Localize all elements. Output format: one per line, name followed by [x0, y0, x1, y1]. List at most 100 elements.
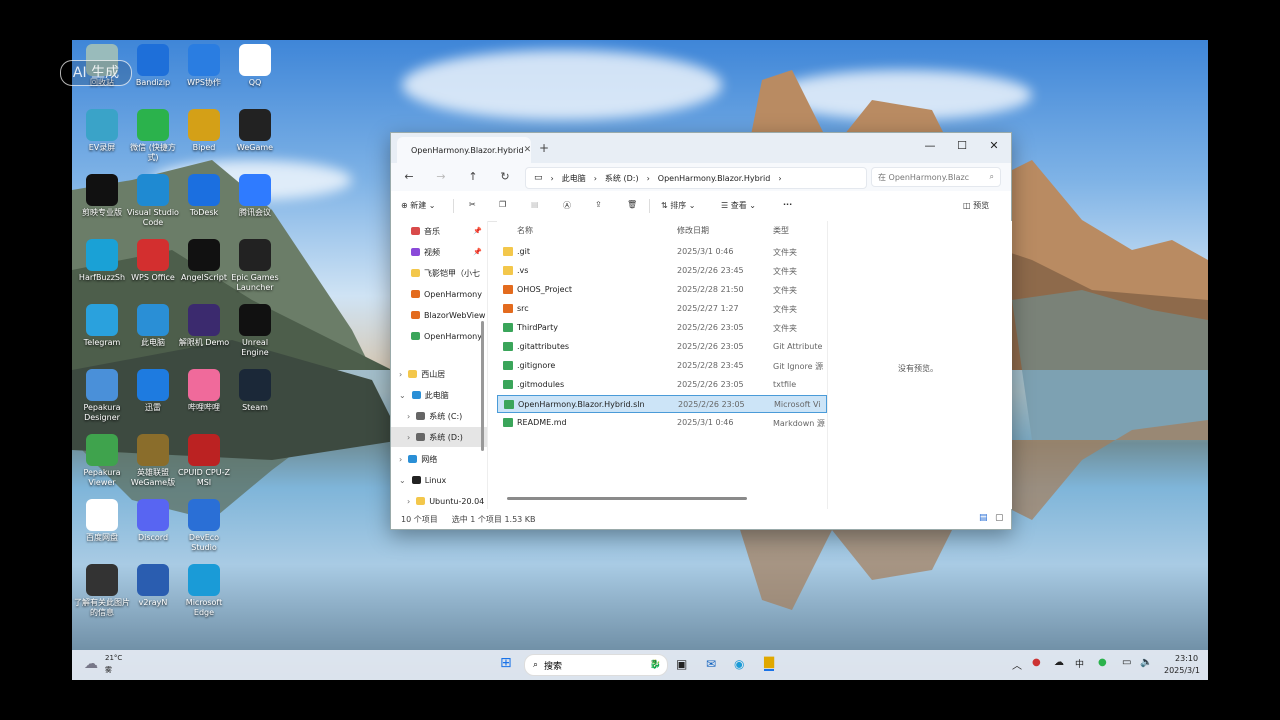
pin-icon[interactable]: 📌 — [473, 248, 482, 256]
file-row[interactable]: .vs 2025/2/26 23:45 文件夹 — [497, 262, 827, 280]
nav-item[interactable]: ⌄ Linux — [391, 470, 487, 490]
cut-icon[interactable]: ✂ — [469, 200, 476, 209]
tray-chevron-icon[interactable]: ︿ — [1012, 657, 1022, 672]
volume-icon[interactable]: 🔈 — [1140, 657, 1152, 668]
nav-item[interactable]: BlazorWebView — [391, 305, 487, 325]
desktop-icon[interactable]: Pepakura Viewer — [74, 434, 130, 488]
expand-chevron-icon[interactable]: ⌄ — [399, 391, 406, 400]
desktop-icon[interactable]: Visual Studio Code — [125, 174, 181, 228]
start-icon[interactable]: ⊞ — [500, 655, 512, 671]
expand-chevron-icon[interactable]: › — [407, 497, 410, 506]
column-header-date[interactable]: 修改日期 — [677, 225, 709, 236]
outlook-icon[interactable]: ✉ — [706, 657, 716, 671]
desktop-icon[interactable]: 迅雷 — [125, 369, 181, 413]
edge-icon[interactable]: ◉ — [734, 657, 744, 671]
back-arrow-icon[interactable]: ← — [399, 170, 419, 183]
file-row[interactable]: .git 2025/3/1 0:46 文件夹 — [497, 243, 827, 261]
details-view-icon[interactable]: ▤ — [979, 513, 988, 523]
nav-item[interactable]: OpenHarmony — [391, 284, 487, 304]
wechat-tray-icon[interactable]: ● — [1098, 657, 1107, 668]
nav-item[interactable]: › 西山居 — [391, 364, 487, 384]
desktop-icon[interactable]: ToDesk — [176, 174, 232, 218]
desktop-icon[interactable]: 腾讯会议 — [227, 174, 283, 218]
desktop-icon[interactable]: Discord — [125, 499, 181, 543]
desktop-icon[interactable]: Biped — [176, 109, 232, 153]
forward-arrow-icon[interactable]: → — [431, 170, 451, 183]
desktop-icon[interactable]: Microsoft Edge — [176, 564, 232, 618]
new-tab-button[interactable]: + — [539, 141, 549, 155]
nav-item[interactable]: › Ubuntu-20.04 — [391, 491, 487, 509]
file-row[interactable]: ThirdParty 2025/2/26 23:05 文件夹 — [497, 319, 827, 337]
tab-openharmony[interactable]: OpenHarmony.Blazor.Hybrid ✕ — [397, 137, 531, 163]
file-row[interactable]: .gitignore 2025/2/28 23:45 Git Ignore 源 — [497, 357, 827, 375]
desktop-icon[interactable]: 百度网盘 — [74, 499, 130, 543]
desktop-icon[interactable]: Steam — [227, 369, 283, 413]
expand-chevron-icon[interactable]: › — [399, 455, 402, 464]
sort-button[interactable]: ⇅ 排序 ⌄ — [661, 200, 696, 211]
network-icon[interactable]: ▭ — [1122, 657, 1131, 668]
nav-item[interactable]: 视频 📌 — [391, 242, 487, 262]
view-button[interactable]: ☰ 查看 ⌄ — [721, 200, 756, 211]
file-row[interactable]: OHOS_Project 2025/2/28 21:50 文件夹 — [497, 281, 827, 299]
desktop-icon[interactable]: v2rayN — [125, 564, 181, 608]
file-row[interactable]: src 2025/2/27 1:27 文件夹 — [497, 300, 827, 318]
nav-scrollbar[interactable] — [481, 321, 484, 451]
expand-chevron-icon[interactable]: › — [407, 433, 410, 442]
copy-icon[interactable]: ❐ — [499, 200, 506, 209]
tiles-view-icon[interactable]: ▢ — [995, 513, 1004, 523]
close-tab-icon[interactable]: ✕ — [524, 145, 532, 155]
desktop-icon[interactable]: WPS Office — [125, 239, 181, 283]
clock-time[interactable]: 23:10 — [1175, 654, 1198, 663]
task-view-icon[interactable]: ▣ — [676, 657, 687, 671]
taskbar-search[interactable]: ⌕ 搜索 🐉 — [524, 654, 668, 676]
file-row[interactable]: .gitattributes 2025/2/26 23:05 Git Attribu… — [497, 338, 827, 356]
desktop-icon[interactable]: 此电脑 — [125, 304, 181, 348]
nav-item[interactable]: › 网络 — [391, 449, 487, 469]
search-input[interactable]: 在 OpenHarmony.Blazc ⌕ — [871, 167, 1001, 187]
delete-icon[interactable]: 🗑 — [627, 200, 637, 209]
new-button[interactable]: ⊕ 新建 ⌄ — [401, 200, 436, 211]
file-row[interactable]: .gitmodules 2025/2/26 23:05 txtfile — [497, 376, 827, 394]
desktop-icon[interactable]: HarfBuzzSh — [74, 239, 130, 283]
nav-item[interactable]: › 系统 (C:) — [391, 406, 487, 426]
desktop-icon[interactable]: 剪映专业版 — [74, 174, 130, 218]
desktop-icon[interactable]: AngelScript — [176, 239, 232, 283]
breadcrumb[interactable]: ▭ › 此电脑 › 系统 (D:) › OpenHarmony.Blazor.H… — [525, 167, 867, 189]
desktop-icon[interactable]: Bandizip — [125, 44, 181, 88]
expand-chevron-icon[interactable]: ⌄ — [399, 476, 406, 485]
ime-indicator[interactable]: 中 — [1075, 657, 1084, 670]
pin-icon[interactable]: 📌 — [473, 227, 482, 235]
desktop-icon[interactable]: CPUID CPU-Z MSI — [176, 434, 232, 488]
nav-item[interactable]: OpenHarmony — [391, 326, 487, 346]
file-row[interactable]: OpenHarmony.Blazor.Hybrid.sln 2025/2/26 2… — [497, 395, 827, 413]
desktop-icon[interactable]: 微信 (快捷方式) — [125, 109, 181, 163]
desktop-icon[interactable]: Telegram — [74, 304, 130, 348]
more-button[interactable]: ··· — [783, 200, 792, 209]
paste-icon[interactable]: ▤ — [531, 200, 539, 209]
desktop-icon[interactable]: Unreal Engine — [227, 304, 283, 358]
horizontal-scrollbar[interactable] — [507, 497, 747, 500]
desktop-icon[interactable]: Epic Games Launcher — [227, 239, 283, 293]
clock-date[interactable]: 2025/3/1 — [1164, 666, 1200, 675]
share-icon[interactable]: ⇪ — [595, 200, 602, 209]
up-arrow-icon[interactable]: ↑ — [463, 170, 483, 183]
desktop-icon[interactable]: WeGame — [227, 109, 283, 153]
desktop-icon[interactable]: 英雄联盟 WeGame版 — [125, 434, 181, 488]
expand-chevron-icon[interactable]: › — [399, 370, 402, 379]
expand-chevron-icon[interactable]: › — [407, 412, 410, 421]
nav-item[interactable]: ⌄ 此电脑 — [391, 385, 487, 405]
close-button[interactable]: ✕ — [979, 139, 1009, 152]
column-header-type[interactable]: 类型 — [773, 225, 789, 236]
breadcrumb-folder[interactable]: OpenHarmony.Blazor.Hybrid — [658, 174, 771, 183]
desktop-icon[interactable]: DevEco Studio — [176, 499, 232, 553]
rename-icon[interactable]: Ⓐ — [563, 200, 571, 211]
preview-pane-button[interactable]: ◫ 预览 — [963, 200, 989, 211]
breadcrumb-this-pc[interactable]: 此电脑 — [562, 173, 586, 184]
desktop-icon[interactable]: QQ — [227, 44, 283, 88]
desktop-icon[interactable]: 哔哩哔哩 — [176, 369, 232, 413]
minimize-button[interactable]: — — [915, 139, 945, 152]
desktop-icon[interactable]: EV录屏 — [74, 109, 130, 153]
file-explorer-icon[interactable]: ▆ — [764, 654, 774, 671]
desktop-icon[interactable]: Pepakura Designer — [74, 369, 130, 423]
file-row[interactable]: README.md 2025/3/1 0:46 Markdown 源 — [497, 414, 827, 432]
